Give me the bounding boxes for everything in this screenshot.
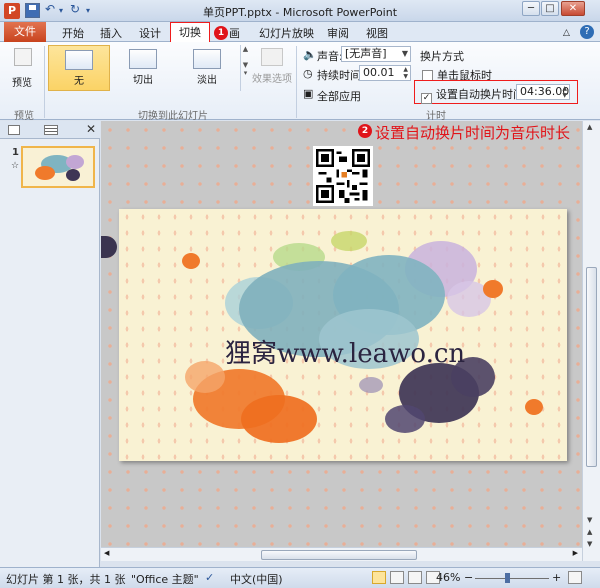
chevron-down-icon: ▼	[401, 49, 408, 58]
sound-label: 声音:	[317, 50, 343, 63]
sound-icon: 🔈	[303, 48, 317, 61]
transition-cut-icon	[129, 49, 157, 69]
zoom-slider[interactable]	[475, 578, 549, 579]
maximize-button[interactable]: □	[541, 1, 559, 16]
spinner-arrows-icon: ▲ ▼	[403, 66, 408, 80]
title-bar: P ↶ ▾ ↻ ▾ 单页PPT.pptx - Microsoft PowerPo…	[0, 0, 600, 22]
apply-all-button[interactable]: 全部应用	[317, 88, 361, 104]
transition-group-label: 切换到此幻灯片	[138, 111, 208, 122]
zoom-out-icon[interactable]: −	[464, 571, 473, 584]
tab-insert[interactable]: 插入	[100, 25, 122, 41]
after-time-spinner[interactable]: 04:36.00 ▲ ▼	[516, 84, 570, 100]
close-button[interactable]: ✕	[561, 1, 585, 16]
ribbon-separator	[296, 46, 297, 118]
scroll-down-icon[interactable]: ▼	[587, 516, 592, 524]
step-2-badge: 2	[358, 124, 372, 138]
transition-gallery: 无 切出 淡出	[48, 45, 240, 91]
slides-pane: ✕ 1 ☆	[0, 121, 100, 567]
tab-review[interactable]: 审阅	[327, 25, 349, 41]
duration-label: 持续时间:	[317, 69, 365, 82]
fit-to-window-icon[interactable]	[568, 571, 582, 584]
transition-cut[interactable]: 切出	[112, 45, 174, 91]
outline-tab-icon[interactable]	[44, 125, 58, 135]
next-slide-icon[interactable]: ▼	[587, 540, 592, 548]
timing-group-label: 计时	[426, 111, 446, 122]
scroll-right-icon[interactable]: ▶	[573, 549, 578, 557]
horizontal-scrollbar[interactable]: ◀ ▶	[101, 547, 582, 561]
clock-icon: ◷	[303, 67, 313, 80]
preview-button[interactable]: 预览	[12, 74, 32, 89]
language[interactable]: 中文(中国)	[230, 571, 283, 587]
vertical-scroll-thumb[interactable]	[586, 267, 597, 467]
transition-fade-icon	[193, 49, 221, 69]
slides-pane-tabs: ✕	[0, 121, 100, 139]
tab-design[interactable]: 设计	[139, 25, 161, 41]
scroll-left-icon[interactable]: ◀	[104, 549, 109, 557]
reading-view-icon[interactable]	[408, 571, 422, 584]
ribbon-separator	[44, 46, 45, 118]
close-pane-icon[interactable]: ✕	[86, 122, 96, 136]
duration-spinner[interactable]: 00.01 ▲ ▼	[359, 65, 411, 81]
normal-view-icon[interactable]	[372, 571, 386, 584]
advance-slide-title: 换片方式	[420, 50, 464, 63]
zoom-in-icon[interactable]: +	[552, 571, 561, 584]
slide-sorter-icon[interactable]	[390, 571, 404, 584]
horizontal-scroll-thumb[interactable]	[261, 550, 417, 560]
animation-star-icon: ☆	[11, 161, 20, 171]
zoom-slider-knob[interactable]	[505, 573, 510, 583]
previous-slide-icon[interactable]: ▲	[587, 528, 592, 536]
theme-name[interactable]: "Office 主题"	[131, 571, 199, 587]
tab-animations[interactable]: 画	[229, 25, 240, 41]
tab-slideshow[interactable]: 幻灯片放映	[259, 25, 314, 41]
after-time-check: ✓	[421, 93, 432, 104]
minimize-button[interactable]: ─	[522, 1, 540, 16]
after-time-checkbox[interactable]: ✓ 设置自动换片时间:	[421, 86, 528, 104]
spinner-arrows-icon: ▲ ▼	[562, 85, 567, 99]
effect-options-icon	[261, 48, 283, 66]
sound-dropdown[interactable]: [无声音] ▼	[341, 46, 411, 62]
slide-number: 1	[12, 147, 19, 158]
preview-icon[interactable]	[14, 48, 32, 66]
transition-cut-label: 切出	[133, 75, 153, 86]
spellcheck-icon[interactable]: ✓	[205, 571, 214, 584]
help-icon[interactable]: ?	[580, 25, 594, 39]
transition-fade[interactable]: 淡出	[176, 45, 238, 91]
effect-options-label: 效果选项	[252, 74, 292, 85]
zoom-level[interactable]: 46%	[436, 571, 460, 584]
thumbnail-art	[35, 155, 84, 181]
window-title: 单页PPT.pptx - Microsoft PowerPoint	[202, 6, 398, 19]
slide-thumbnail[interactable]	[21, 146, 95, 188]
tab-view[interactable]: 视图	[366, 25, 388, 41]
tab-transitions[interactable]: 切换	[170, 22, 210, 43]
qr-code-image	[313, 146, 373, 206]
transition-none-icon	[65, 50, 93, 70]
effect-options-button[interactable]: 效果选项	[252, 46, 292, 85]
annotation-text: 设置自动换片时间为音乐时长	[375, 124, 571, 142]
slides-tab-icon[interactable]	[8, 125, 20, 135]
apply-all-icon: ▣	[303, 87, 314, 100]
slide-watermark-text: 狸窝www.leawo.cn	[225, 339, 466, 369]
duration-value: 00.01	[363, 66, 395, 79]
qr-code-icon	[316, 149, 370, 203]
transition-none-label: 无	[74, 76, 84, 87]
tab-file[interactable]: 文件	[4, 22, 46, 42]
sound-value: [无声音]	[345, 47, 387, 60]
after-time-label: 设置自动换片时间:	[436, 88, 528, 101]
transition-fade-label: 淡出	[197, 75, 217, 86]
vertical-scrollbar[interactable]: ▲ ▼ ▲ ▼	[582, 121, 600, 561]
gallery-scroll[interactable]: ▲ ▼ ▾	[240, 45, 250, 91]
tab-home[interactable]: 开始	[62, 25, 84, 41]
scroll-up-icon[interactable]: ▲	[587, 123, 592, 131]
slide[interactable]: 狸窝www.leawo.cn	[119, 209, 567, 461]
status-bar: 幻灯片 第 1 张，共 1 张 "Office 主题" ✓ 中文(中国) 46%…	[0, 567, 600, 588]
step-1-badge: 1	[214, 26, 228, 40]
preview-group-label: 预览	[14, 111, 34, 122]
ribbon-collapse-icon[interactable]: △	[563, 28, 570, 38]
slide-count: 幻灯片 第 1 张，共 1 张	[6, 573, 126, 586]
transition-none[interactable]: 无	[48, 45, 110, 91]
